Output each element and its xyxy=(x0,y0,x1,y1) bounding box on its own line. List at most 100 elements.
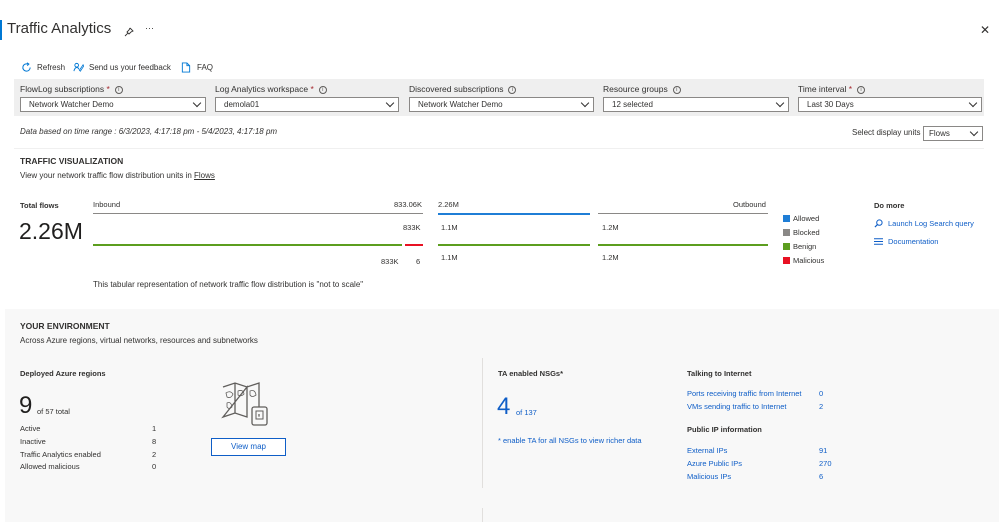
flows-link[interactable]: Flows xyxy=(194,171,215,180)
legend: Allowed Blocked Benign Malicious xyxy=(783,211,824,267)
internet-row-value[interactable]: 0 xyxy=(819,389,823,398)
info-icon: i xyxy=(318,85,327,94)
environment-divider-lower xyxy=(482,508,483,522)
display-units-select[interactable]: Flows xyxy=(923,126,983,141)
launch-log-search-link[interactable]: Launch Log Search query xyxy=(874,219,974,228)
more-options-icon[interactable]: ··· xyxy=(145,23,154,33)
internet-row-link[interactable]: Ports receiving traffic from Internet xyxy=(687,389,802,398)
traffic-visualization-heading: TRAFFIC VISUALIZATION xyxy=(20,156,124,166)
environment-heading: YOUR ENVIRONMENT xyxy=(20,321,110,331)
traffic-visualization-desc: View your network traffic flow distribut… xyxy=(20,171,215,180)
inbound-benign-line xyxy=(93,244,402,246)
public-ip-row-link[interactable]: Azure Public IPs xyxy=(687,459,742,468)
info-icon: i xyxy=(857,85,866,94)
outbound-top-line xyxy=(598,213,768,214)
public-ip-row-value[interactable]: 270 xyxy=(819,459,832,468)
regions-stat-value: 1 xyxy=(152,424,157,433)
flowlog-subscriptions-select[interactable]: Network Watcher Demo xyxy=(20,97,206,112)
faq-button[interactable]: FAQ xyxy=(181,60,213,74)
internet-row-link[interactable]: VMs sending traffic to Internet xyxy=(687,402,787,411)
time-range-text: Data based on time range : 6/3/2023, 4:1… xyxy=(20,127,278,136)
filter-label-resource-groups: Resource groups i xyxy=(603,84,681,94)
chevron-down-icon xyxy=(775,98,785,108)
legend-swatch xyxy=(783,256,790,264)
nsg-heading: TA enabled NSGs* xyxy=(498,369,564,378)
filter-label-time-interval: Time interval * i xyxy=(798,84,866,94)
chevron-down-icon xyxy=(969,127,979,137)
discovered-subscriptions-select[interactable]: Network Watcher Demo xyxy=(409,97,594,112)
display-units-label: Select display units xyxy=(852,128,921,137)
documentation-link[interactable]: Documentation xyxy=(874,237,938,246)
outbound-row1-value: 1.2M xyxy=(602,223,619,232)
inbound-row1-value: 833K xyxy=(403,223,421,232)
log-analytics-workspace-select[interactable]: demola01 xyxy=(215,97,399,112)
center-benign-line xyxy=(438,244,590,246)
center-allowed-line xyxy=(438,213,590,215)
inbound-row2-malicious: 6 xyxy=(416,257,421,266)
faq-label: FAQ xyxy=(197,62,214,72)
legend-item-blocked: Blocked xyxy=(783,225,824,239)
nsg-note: * enable TA for all NSGs to view richer … xyxy=(498,436,642,445)
feedback-button[interactable]: Send us your feedback xyxy=(73,60,171,74)
outbound-benign-line xyxy=(598,244,768,246)
environment-desc: Across Azure regions, virtual networks, … xyxy=(20,336,258,345)
public-ip-heading: Public IP information xyxy=(687,425,762,434)
filter-label-discovered: Discovered subscriptions i xyxy=(409,84,517,94)
environment-divider xyxy=(482,358,483,488)
legend-item-allowed: Allowed xyxy=(783,211,824,225)
do-more-heading: Do more xyxy=(874,201,905,210)
filter-label-workspace: Log Analytics workspace * i xyxy=(215,84,327,94)
time-interval-select[interactable]: Last 30 Days xyxy=(798,97,982,112)
public-ip-row-value[interactable]: 6 xyxy=(819,472,823,481)
public-ip-row-link[interactable]: External IPs xyxy=(687,446,727,455)
regions-stat-label: Allowed malicious xyxy=(20,462,80,471)
legend-swatch xyxy=(783,214,790,222)
public-ip-row-link[interactable]: Malicious IPs xyxy=(687,472,731,481)
filter-label-flowlog: FlowLog subscriptions * i xyxy=(20,84,123,94)
internet-heading: Talking to Internet xyxy=(687,369,752,378)
center-row2-value: 1.1M xyxy=(441,253,458,262)
chevron-down-icon xyxy=(580,98,590,108)
public-ip-row-value[interactable]: 91 xyxy=(819,446,827,455)
regions-count: 9 xyxy=(19,392,33,419)
search-icon xyxy=(874,219,883,228)
legend-item-benign: Benign xyxy=(783,239,824,253)
view-map-button[interactable]: View map xyxy=(211,438,286,456)
list-icon xyxy=(874,238,883,245)
regions-stat-label: Active xyxy=(20,424,41,433)
internet-row-value[interactable]: 2 xyxy=(819,402,823,411)
feedback-icon xyxy=(73,62,84,72)
close-icon[interactable]: ✕ xyxy=(980,23,990,37)
nsg-of-total: of 137 xyxy=(516,408,537,417)
center-total: 2.26M xyxy=(438,200,459,209)
inbound-row2-value: 833K xyxy=(381,257,399,266)
legend-swatch xyxy=(783,228,790,236)
regions-stat-value: 8 xyxy=(152,437,157,446)
inbound-top-line xyxy=(93,213,423,214)
feedback-label: Send us your feedback xyxy=(89,62,171,72)
refresh-icon xyxy=(22,61,31,72)
map-icon xyxy=(221,381,273,427)
info-icon: i xyxy=(508,85,517,94)
regions-heading: Deployed Azure regions xyxy=(20,369,106,378)
regions-stat-value: 0 xyxy=(152,462,157,471)
inbound-label: Inbound xyxy=(93,200,121,209)
total-flows-label: Total flows xyxy=(20,201,59,210)
total-flows-value: 2.26M xyxy=(19,218,83,244)
regions-of-total: of 57 total xyxy=(37,407,70,416)
page-title: Traffic Analytics xyxy=(7,20,112,37)
resource-groups-select[interactable]: 12 selected xyxy=(603,97,789,112)
legend-swatch xyxy=(783,242,790,250)
outbound-row2-value: 1.2M xyxy=(602,253,619,262)
info-icon: i xyxy=(672,85,681,94)
center-row1-value: 1.1M xyxy=(441,223,458,232)
inbound-total: 833.06K xyxy=(394,200,422,209)
inbound-malicious-line xyxy=(405,244,423,246)
title-accent-bar xyxy=(0,20,2,40)
refresh-button[interactable]: Refresh xyxy=(21,60,65,74)
pin-icon[interactable] xyxy=(124,24,134,37)
nsg-count[interactable]: 4 xyxy=(497,393,510,421)
regions-stat-label: Traffic Analytics enabled xyxy=(20,450,101,459)
chevron-down-icon xyxy=(192,98,202,108)
refresh-label: Refresh xyxy=(37,62,66,72)
